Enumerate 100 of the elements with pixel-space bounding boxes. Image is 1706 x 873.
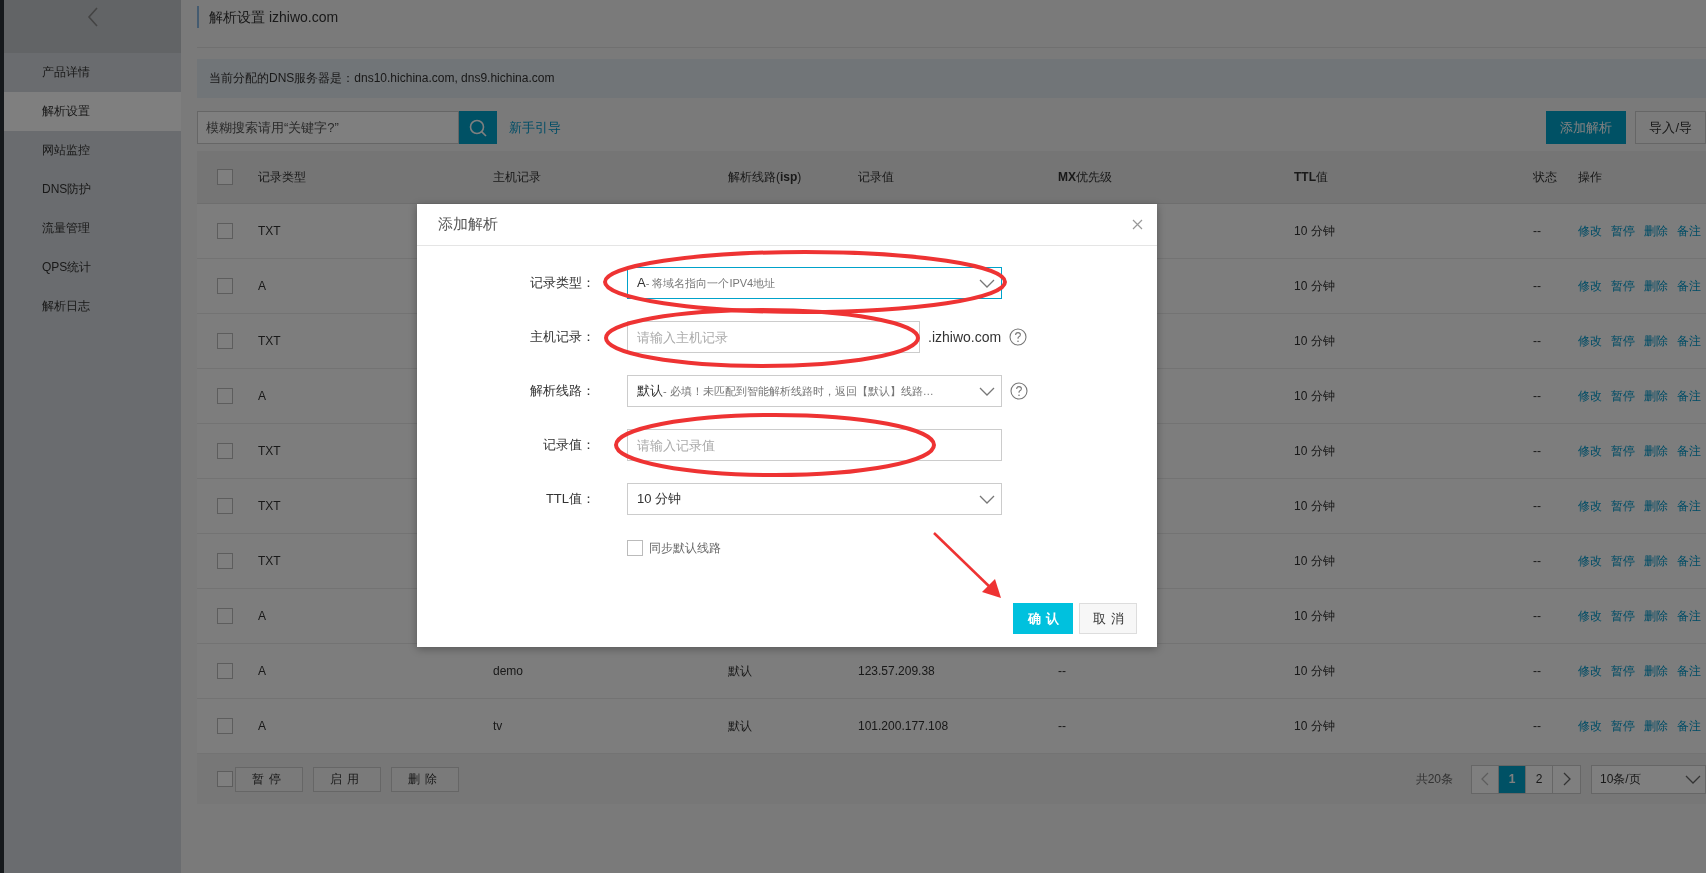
action-link[interactable]: 暂停 <box>1611 607 1635 625</box>
search-button[interactable] <box>459 111 497 144</box>
checkbox[interactable] <box>217 553 233 569</box>
action-link[interactable]: 删除 <box>1644 442 1668 460</box>
table-cell: 10 分钟 <box>1294 498 1335 513</box>
action-link[interactable]: 暂停 <box>1611 277 1635 295</box>
action-link[interactable]: 删除 <box>1644 387 1668 405</box>
input-field[interactable]: 请输入主机记录 <box>627 321 920 353</box>
action-link[interactable]: 修改 <box>1578 662 1602 680</box>
sidebar-item[interactable]: 网站监控 <box>4 131 181 170</box>
action-link[interactable]: 修改 <box>1578 717 1602 735</box>
next-page-button[interactable] <box>1553 765 1580 793</box>
sidebar-item[interactable]: 产品详情 <box>4 53 181 92</box>
checkbox[interactable] <box>217 608 233 624</box>
checkbox[interactable] <box>217 388 233 404</box>
action-link[interactable]: 修改 <box>1578 222 1602 240</box>
action-link[interactable]: 删除 <box>1644 332 1668 350</box>
cancel-button[interactable]: 取消 <box>1079 603 1137 634</box>
action-link[interactable]: 修改 <box>1578 607 1602 625</box>
action-link[interactable]: 备注 <box>1677 332 1701 350</box>
action-link[interactable]: 修改 <box>1578 277 1602 295</box>
checkbox[interactable] <box>217 771 233 787</box>
action-link[interactable]: 暂停 <box>1611 442 1635 460</box>
table-cell: -- <box>1058 719 1066 733</box>
chevron-left-icon <box>1481 772 1489 786</box>
action-link[interactable]: 删除 <box>1644 662 1668 680</box>
checkbox[interactable] <box>217 443 233 459</box>
action-link[interactable]: 修改 <box>1578 387 1602 405</box>
previous-page-button[interactable] <box>1472 765 1499 793</box>
field-label: 主机记录： <box>529 328 595 346</box>
checkbox[interactable] <box>217 663 233 679</box>
toolbar-button[interactable]: 添加解析 <box>1546 111 1627 144</box>
checkbox[interactable] <box>217 333 233 349</box>
checkbox[interactable] <box>627 540 643 556</box>
help-icon[interactable] <box>1010 382 1028 400</box>
action-link[interactable]: 删除 <box>1644 497 1668 515</box>
column-header: 记录值 <box>858 169 894 184</box>
sidebar-item[interactable]: DNS防护 <box>4 170 181 209</box>
table-cell: -- <box>1058 664 1066 678</box>
sidebar-item[interactable]: 流量管理 <box>4 209 181 248</box>
action-link[interactable]: 暂停 <box>1611 387 1635 405</box>
input-field[interactable]: 请输入记录值 <box>627 429 1002 461</box>
action-link[interactable]: 删除 <box>1644 277 1668 295</box>
action-link[interactable]: 备注 <box>1677 717 1701 735</box>
sidebar-item[interactable]: QPS统计 <box>4 248 181 287</box>
action-link[interactable]: 备注 <box>1677 442 1701 460</box>
action-link[interactable]: 暂停 <box>1611 662 1635 680</box>
checkbox[interactable] <box>217 223 233 239</box>
page-size-select[interactable]: 10条/页 <box>1591 764 1706 794</box>
table-cell: -- <box>1533 334 1541 348</box>
domain-suffix: .izhiwo.com <box>928 329 1002 345</box>
action-link[interactable]: 暂停 <box>1611 552 1635 570</box>
page-button[interactable]: 1 <box>1499 765 1526 793</box>
table-cell: 10 分钟 <box>1294 608 1335 623</box>
action-link[interactable]: 修改 <box>1578 332 1602 350</box>
action-link[interactable]: 暂停 <box>1611 717 1635 735</box>
action-link[interactable]: 备注 <box>1677 497 1701 515</box>
action-link[interactable]: 备注 <box>1677 277 1701 295</box>
action-link[interactable]: 备注 <box>1677 387 1701 405</box>
select-field[interactable]: A- 将域名指向一个IPV4地址 <box>627 267 1002 299</box>
toolbar-button[interactable]: 导入/导 <box>1635 111 1706 144</box>
action-link[interactable]: 删除 <box>1644 222 1668 240</box>
page-button[interactable]: 2 <box>1526 765 1553 793</box>
action-link[interactable]: 删除 <box>1644 552 1668 570</box>
action-link[interactable]: 备注 <box>1677 552 1701 570</box>
checkbox[interactable] <box>217 169 233 185</box>
action-link[interactable]: 修改 <box>1578 552 1602 570</box>
table-cell: -- <box>1533 609 1541 623</box>
chevron-down-icon <box>1685 774 1701 784</box>
column-header: 解析线路(isp) <box>728 169 802 184</box>
action-link[interactable]: 修改 <box>1578 442 1602 460</box>
checkbox[interactable] <box>217 278 233 294</box>
help-icon[interactable] <box>1009 328 1028 346</box>
table-cell: 101.200.177.108 <box>858 719 949 733</box>
guide-link[interactable]: 新手引导 <box>509 118 561 137</box>
action-link[interactable]: 删除 <box>1644 717 1668 735</box>
chevron-left-icon[interactable] <box>86 7 99 27</box>
action-link[interactable]: 暂停 <box>1611 222 1635 240</box>
action-link[interactable]: 备注 <box>1677 662 1701 680</box>
sidebar-item[interactable]: 解析日志 <box>4 287 181 326</box>
close-icon[interactable] <box>1132 219 1143 230</box>
search-field[interactable]: 模糊搜索请用“关键字?” <box>197 111 459 144</box>
action-link[interactable]: 暂停 <box>1611 332 1635 350</box>
select-field[interactable]: 默认- 必填！未匹配到智能解析线路时，返回【默认】线路… <box>627 375 1002 407</box>
table-cell: 10 分钟 <box>1294 333 1335 348</box>
batch-button[interactable]: 删除 <box>391 766 459 792</box>
sidebar-item[interactable]: 解析设置 <box>4 92 181 131</box>
checkbox[interactable] <box>217 498 233 514</box>
confirm-button[interactable]: 确认 <box>1013 603 1073 634</box>
batch-button[interactable]: 暂停 <box>235 766 303 792</box>
action-link[interactable]: 备注 <box>1677 222 1701 240</box>
action-link[interactable]: 暂停 <box>1611 497 1635 515</box>
table-cell: TXT <box>258 334 281 348</box>
action-link[interactable]: 备注 <box>1677 607 1701 625</box>
checkbox[interactable] <box>217 718 233 734</box>
select-field[interactable]: 10 分钟 <box>627 483 1002 515</box>
page-title: 解析设置 izhiwo.com <box>197 5 339 28</box>
action-link[interactable]: 修改 <box>1578 497 1602 515</box>
batch-button[interactable]: 启用 <box>313 766 381 792</box>
action-link[interactable]: 删除 <box>1644 607 1668 625</box>
